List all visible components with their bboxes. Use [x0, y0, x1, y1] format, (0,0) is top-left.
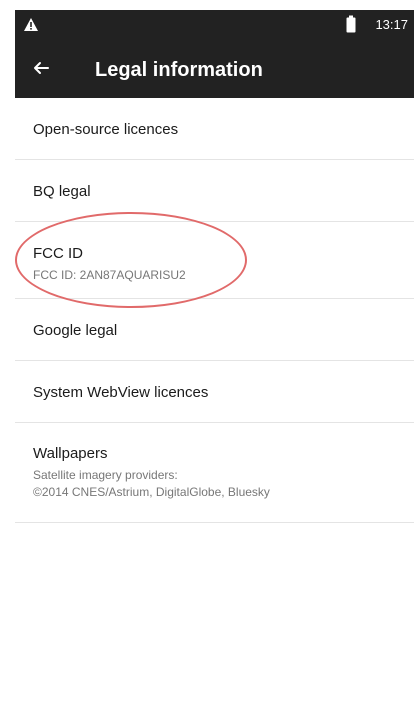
list-item-bq-legal[interactable]: BQ legal	[15, 160, 414, 222]
app-toolbar: Legal information	[15, 42, 414, 98]
list-item-title: System WebView licences	[33, 384, 209, 401]
back-button[interactable]	[25, 56, 57, 84]
list-item-summary: Satellite imagery providers:	[33, 468, 178, 482]
list-item-wallpapers[interactable]: Wallpapers Satellite imagery providers: …	[15, 423, 414, 523]
list-item-title: BQ legal	[33, 183, 91, 200]
clock-time: 13:17	[375, 17, 408, 32]
warning-icon	[23, 17, 39, 33]
list-item-open-source-licences[interactable]: Open-source licences	[15, 98, 414, 160]
screen-frame: 13:17 Legal information Open-source lice…	[15, 0, 414, 720]
list-item-google-legal[interactable]: Google legal	[15, 299, 414, 361]
legal-info-list: Open-source licences BQ legal FCC ID FCC…	[15, 98, 414, 523]
list-item-summary: FCC ID: 2AN87AQUARISU2	[33, 268, 186, 282]
list-item-summary-secondary: ©2014 CNES/Astrium, DigitalGlobe, Bluesk…	[33, 485, 270, 499]
list-item-title: Google legal	[33, 322, 118, 339]
status-bar: 13:17	[15, 10, 414, 42]
list-item-fcc-id[interactable]: FCC ID FCC ID: 2AN87AQUARISU2	[15, 222, 414, 299]
list-item-title: Wallpapers	[33, 445, 108, 462]
list-item-system-webview-licences[interactable]: System WebView licences	[15, 361, 414, 423]
list-item-title: FCC ID	[33, 245, 83, 262]
page-title: Legal information	[95, 59, 263, 81]
list-item-title: Open-source licences	[33, 121, 179, 138]
back-arrow-icon	[32, 59, 50, 82]
battery-icon	[346, 15, 356, 33]
